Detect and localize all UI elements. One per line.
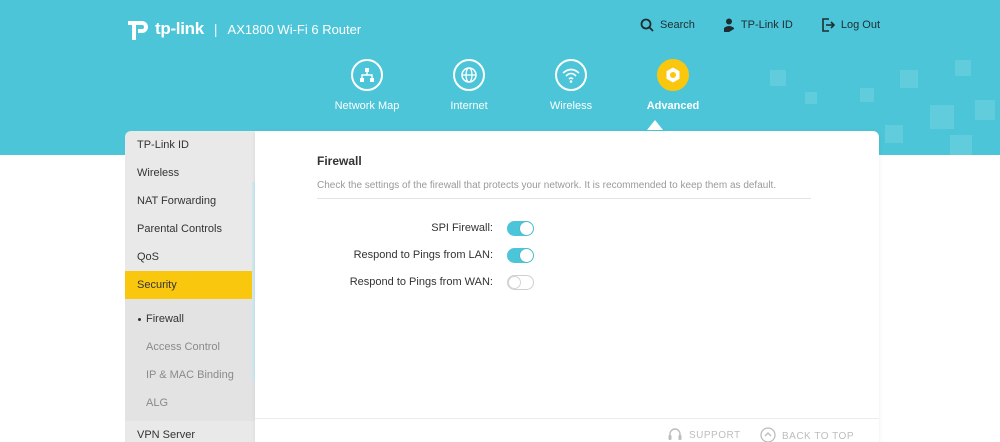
- sidebar-item-vpn-server[interactable]: VPN Server: [125, 421, 255, 442]
- logout-icon: [821, 18, 835, 32]
- firewall-panel: Firewall Check the settings of the firew…: [255, 131, 879, 442]
- nav-wireless[interactable]: Wireless: [520, 59, 622, 112]
- arrow-up-icon: [760, 427, 776, 442]
- decor-square: [930, 105, 954, 129]
- setting-ping-wan: Respond to Pings from WAN:: [317, 273, 617, 293]
- nav-advanced[interactable]: Advanced: [622, 59, 724, 112]
- search-link-label: Search: [660, 19, 695, 31]
- active-dot: [138, 318, 141, 321]
- main-nav: Network Map Internet Wireless Advanced: [316, 59, 724, 112]
- sidebar: TP-Link ID Wireless NAT Forwarding Paren…: [125, 131, 255, 442]
- tp-link-id-link[interactable]: TP-Link ID: [723, 18, 793, 32]
- back-to-top-link[interactable]: BACK TO TOP: [760, 427, 854, 442]
- setting-label: SPI Firewall:: [431, 222, 493, 234]
- tp-link-id-label: TP-Link ID: [740, 19, 793, 31]
- tp-link-logo-icon: [125, 16, 151, 42]
- decor-square: [770, 70, 786, 86]
- globe-icon: [453, 59, 485, 91]
- ping-lan-toggle[interactable]: [507, 248, 534, 263]
- decor-square: [975, 100, 995, 120]
- submenu-label: Firewall: [146, 313, 184, 325]
- submenu-item-ip-mac-binding[interactable]: IP & MAC Binding: [125, 361, 255, 389]
- search-link[interactable]: Search: [640, 18, 695, 32]
- decor-square: [860, 88, 874, 102]
- submenu-item-firewall[interactable]: Firewall: [125, 305, 255, 333]
- panel-footer: SUPPORT BACK TO TOP: [255, 418, 879, 442]
- headset-icon: [667, 427, 683, 442]
- setting-spi-firewall: SPI Firewall:: [317, 219, 617, 239]
- decor-square: [950, 135, 972, 155]
- support-link[interactable]: SUPPORT: [667, 427, 741, 442]
- sidebar-item-wireless[interactable]: Wireless: [125, 159, 255, 187]
- sidebar-item-tp-link-id[interactable]: TP-Link ID: [125, 131, 255, 159]
- submenu-item-access-control[interactable]: Access Control: [125, 333, 255, 361]
- gear-icon: [657, 59, 689, 91]
- ping-wan-toggle[interactable]: [507, 275, 534, 290]
- nav-label: Network Map: [334, 100, 400, 112]
- security-submenu: Firewall Access Control IP & MAC Binding…: [125, 299, 255, 421]
- logo-text: tp-link: [155, 19, 204, 38]
- setting-ping-lan: Respond to Pings from LAN:: [317, 246, 617, 266]
- logout-label: Log Out: [840, 19, 880, 31]
- wifi-icon: [555, 59, 587, 91]
- sidebar-item-qos[interactable]: QoS: [125, 243, 255, 271]
- toggle-knob: [520, 249, 533, 262]
- network-map-icon: [351, 59, 383, 91]
- active-nav-caret: [647, 120, 663, 130]
- decor-square: [955, 60, 971, 76]
- toggle-knob: [508, 276, 521, 289]
- page-description: Check the settings of the firewall that …: [317, 180, 777, 191]
- setting-label: Respond to Pings from WAN:: [349, 276, 493, 288]
- page-title: Firewall: [317, 154, 362, 168]
- decor-square: [805, 92, 817, 104]
- submenu-label: IP & MAC Binding: [146, 369, 234, 381]
- logout-link[interactable]: Log Out: [821, 18, 880, 32]
- submenu-label: ALG: [146, 397, 169, 409]
- sidebar-item-security[interactable]: Security: [125, 271, 255, 299]
- submenu-item-alg[interactable]: ALG: [125, 389, 255, 417]
- brand: tp-link | AX1800 Wi-Fi 6 Router: [125, 15, 361, 43]
- divider: [317, 198, 811, 199]
- product-name: AX1800 Wi-Fi 6 Router: [227, 21, 362, 37]
- nav-network-map[interactable]: Network Map: [316, 59, 418, 112]
- brand-separator: |: [213, 21, 218, 37]
- setting-label: Respond to Pings from LAN:: [353, 249, 493, 261]
- toggle-knob: [520, 222, 533, 235]
- nav-internet[interactable]: Internet: [418, 59, 520, 112]
- decor-square: [885, 125, 903, 143]
- nav-label: Wireless: [549, 100, 593, 112]
- decor-square: [900, 70, 918, 88]
- user-icon: [723, 18, 735, 32]
- nav-label: Advanced: [646, 100, 700, 112]
- top-links: Search TP-Link ID Log Out: [640, 18, 880, 32]
- search-icon: [640, 18, 654, 32]
- submenu-label: Access Control: [146, 341, 220, 353]
- sidebar-item-parental-controls[interactable]: Parental Controls: [125, 215, 255, 243]
- spi-firewall-toggle[interactable]: [507, 221, 534, 236]
- nav-label: Internet: [450, 100, 488, 112]
- back-to-top-label: BACK TO TOP: [782, 431, 855, 442]
- sidebar-item-nat-forwarding[interactable]: NAT Forwarding: [125, 187, 255, 215]
- support-label: SUPPORT: [689, 430, 741, 441]
